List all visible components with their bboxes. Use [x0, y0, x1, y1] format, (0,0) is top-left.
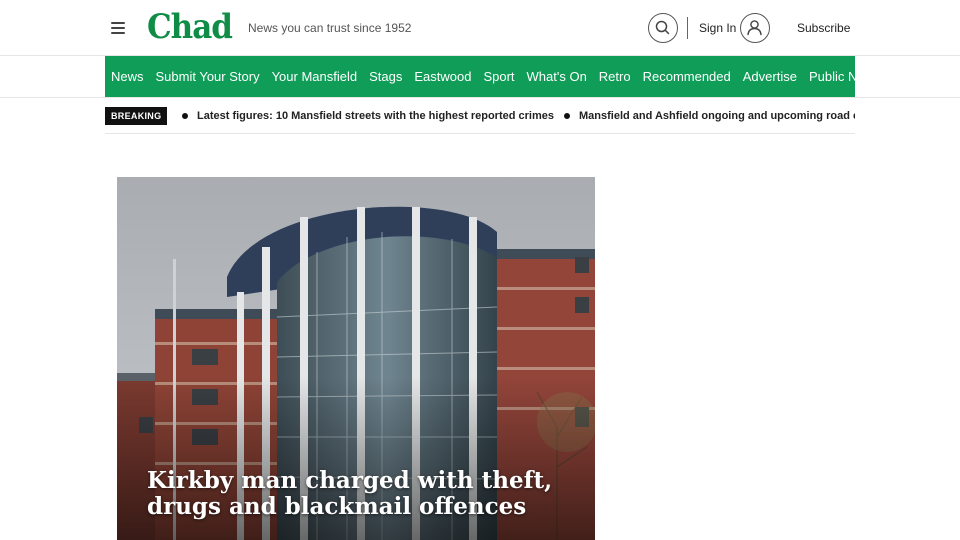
- breaking-item[interactable]: Mansfield and Ashfield ongoing and upcom…: [563, 110, 855, 122]
- header-divider: [687, 17, 688, 39]
- hero-story-card[interactable]: Kirkby man charged with theft, drugs and…: [117, 177, 595, 540]
- nav-item-sport[interactable]: Sport: [483, 56, 514, 97]
- hamburger-menu-icon[interactable]: [108, 18, 130, 38]
- breaking-item-text: Mansfield and Ashfield ongoing and upcom…: [578, 110, 855, 122]
- nav-item-stags[interactable]: Stags: [369, 56, 402, 97]
- sign-in-link[interactable]: Sign In: [699, 21, 736, 35]
- breaking-badge: BREAKING: [105, 107, 168, 125]
- nav-item-your-mansfield[interactable]: Your Mansfield: [272, 56, 358, 97]
- hero-headline[interactable]: Kirkby man charged with theft, drugs and…: [147, 468, 567, 520]
- site-logo[interactable]: Chad: [147, 4, 233, 49]
- nav-item-retro[interactable]: Retro: [599, 56, 631, 97]
- bullet-icon: [182, 113, 188, 119]
- nav-item-news[interactable]: News: [111, 56, 144, 97]
- site-tagline: News you can trust since 1952: [248, 21, 412, 35]
- nav-item-submit-your-story[interactable]: Submit Your Story: [156, 56, 260, 97]
- bullet-icon: [563, 113, 570, 119]
- main-navigation: News Submit Your Story Your Mansfield St…: [105, 56, 855, 97]
- search-icon: [655, 20, 670, 35]
- nav-item-advertise[interactable]: Advertise: [743, 56, 797, 97]
- breaking-item[interactable]: Latest figures: 10 Mansfield streets wit…: [182, 110, 554, 122]
- nav-item-recommended[interactable]: Recommended: [643, 56, 731, 97]
- search-button[interactable]: [648, 13, 678, 43]
- site-header: Chad News you can trust since 1952 Sign …: [0, 0, 960, 56]
- user-account-icon: [747, 20, 762, 36]
- breaking-ticker: Latest figures: 10 Mansfield streets wit…: [182, 98, 855, 133]
- breaking-news-bar: BREAKING Latest figures: 10 Mansfield st…: [105, 98, 855, 134]
- nav-item-whats-on[interactable]: What's On: [527, 56, 587, 97]
- nav-item-eastwood[interactable]: Eastwood: [414, 56, 471, 97]
- subscribe-link[interactable]: Subscribe: [797, 21, 850, 35]
- breaking-item-text: Latest figures: 10 Mansfield streets wit…: [197, 110, 554, 122]
- nav-item-public-notices[interactable]: Public Notices: [809, 56, 855, 97]
- account-button[interactable]: [740, 13, 770, 43]
